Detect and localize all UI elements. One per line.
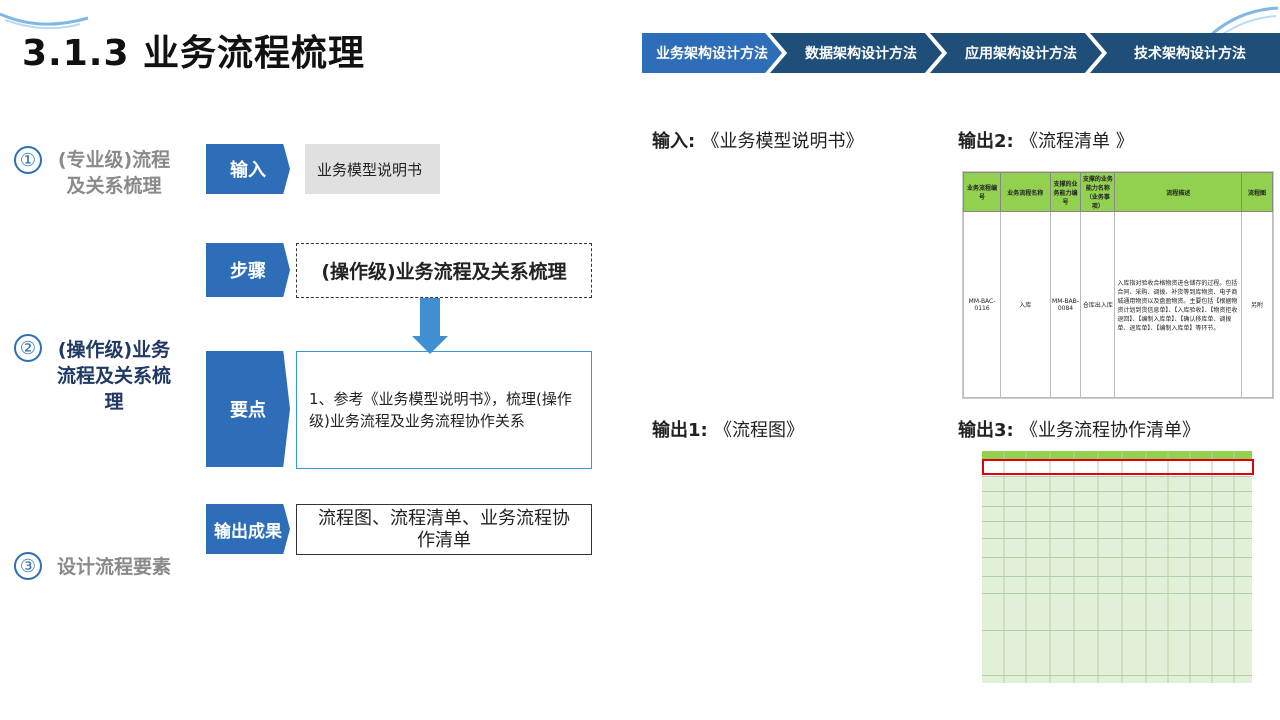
input-box: 业务模型说明书 bbox=[305, 144, 440, 194]
nav-item-business[interactable]: 业务架构设计方法 bbox=[642, 33, 782, 73]
output-tag: 输出成果 bbox=[206, 504, 290, 554]
flow-list-cell: MM-BAB-0084 bbox=[1049, 211, 1082, 398]
step-label-1: (专业级)流程及关系梳理 bbox=[57, 149, 171, 197]
flow-list-header: 支撑的业务能力名称（业务事项） bbox=[1080, 172, 1116, 212]
nav-item-data[interactable]: 数据架构设计方法 bbox=[770, 33, 942, 73]
output3-label: 输出3: 《业务流程协作清单》 bbox=[958, 416, 1200, 442]
page-title: 3.1.3 业务流程梳理 bbox=[22, 33, 366, 74]
step-box: (操作级)业务流程及关系梳理 bbox=[296, 243, 592, 298]
output2-label-key: 输出2: bbox=[958, 131, 1014, 152]
output3-label-value: 《业务流程协作清单》 bbox=[1020, 420, 1201, 441]
output2-label: 输出2: 《流程清单 》 bbox=[958, 127, 1134, 153]
output1-label: 输出1: 《流程图》 bbox=[652, 416, 804, 442]
flow-list-cell: 入库 bbox=[1000, 211, 1051, 398]
input-tag: 输入 bbox=[206, 144, 290, 194]
step-number-2: ② bbox=[14, 334, 42, 362]
flow-list-header: 流程描述 bbox=[1114, 172, 1243, 212]
step-tag: 步骤 bbox=[206, 243, 290, 297]
output3-label-key: 输出3: bbox=[958, 420, 1014, 441]
flow-list-header: 流程图 bbox=[1241, 172, 1273, 212]
collaboration-list-thumbnail bbox=[982, 451, 1252, 683]
flow-list-cell: 另附 bbox=[1241, 211, 1273, 398]
input-doc-label-value: 《业务模型说明书》 bbox=[701, 131, 864, 152]
step-label-2: (操作级)业务流程及关系梳理 bbox=[56, 339, 171, 413]
flow-list-header: 业务流程编号 bbox=[963, 172, 1002, 212]
flow-list-table: 业务流程编号 业务流程名称 支撑的业务能力编号 支撑的业务能力名称（业务事项） … bbox=[963, 172, 1273, 398]
down-arrow-icon bbox=[420, 298, 440, 336]
highlight-box bbox=[982, 459, 1254, 475]
output1-label-key: 输出1: bbox=[652, 420, 708, 441]
flow-list-cell: MM-BAC-0116 bbox=[963, 211, 1002, 398]
input-doc-label-key: 输入: bbox=[652, 131, 696, 152]
flow-list-header: 支撑的业务能力编号 bbox=[1049, 172, 1082, 212]
output-box: 流程图、流程清单、业务流程协作清单 bbox=[296, 504, 592, 555]
output1-label-value: 《流程图》 bbox=[714, 420, 805, 441]
step-number-1: ① bbox=[14, 146, 42, 174]
method-nav: 业务架构设计方法 数据架构设计方法 应用架构设计方法 技术架构设计方法 bbox=[642, 33, 1280, 73]
output2-label-value: 《流程清单 》 bbox=[1020, 131, 1134, 152]
collaboration-list-grid bbox=[1003, 451, 1235, 683]
step-label-3: 设计流程要素 bbox=[56, 556, 171, 578]
flow-list-header: 业务流程名称 bbox=[1000, 172, 1051, 212]
flow-list-thumbnail: 业务流程编号 业务流程名称 支撑的业务能力编号 支撑的业务能力名称（业务事项） … bbox=[962, 171, 1274, 399]
step-number-3: ③ bbox=[14, 552, 42, 580]
input-doc-label: 输入: 《业务模型说明书》 bbox=[652, 127, 863, 153]
nav-item-application[interactable]: 应用架构设计方法 bbox=[930, 33, 1102, 73]
key-points-box: 1、参考《业务模型说明书》，梳理(操作级)业务流程及业务流程协作关系 bbox=[296, 351, 592, 469]
flow-list-cell: 入库指对验收合格物资进仓储存的过程。包括合同、采购、调拨、补货等到库物资、电子商… bbox=[1114, 211, 1243, 398]
nav-item-technology[interactable]: 技术架构设计方法 bbox=[1090, 33, 1280, 73]
flow-list-cell: 仓库出入库 bbox=[1080, 211, 1116, 398]
key-points-tag: 要点 bbox=[206, 351, 290, 467]
